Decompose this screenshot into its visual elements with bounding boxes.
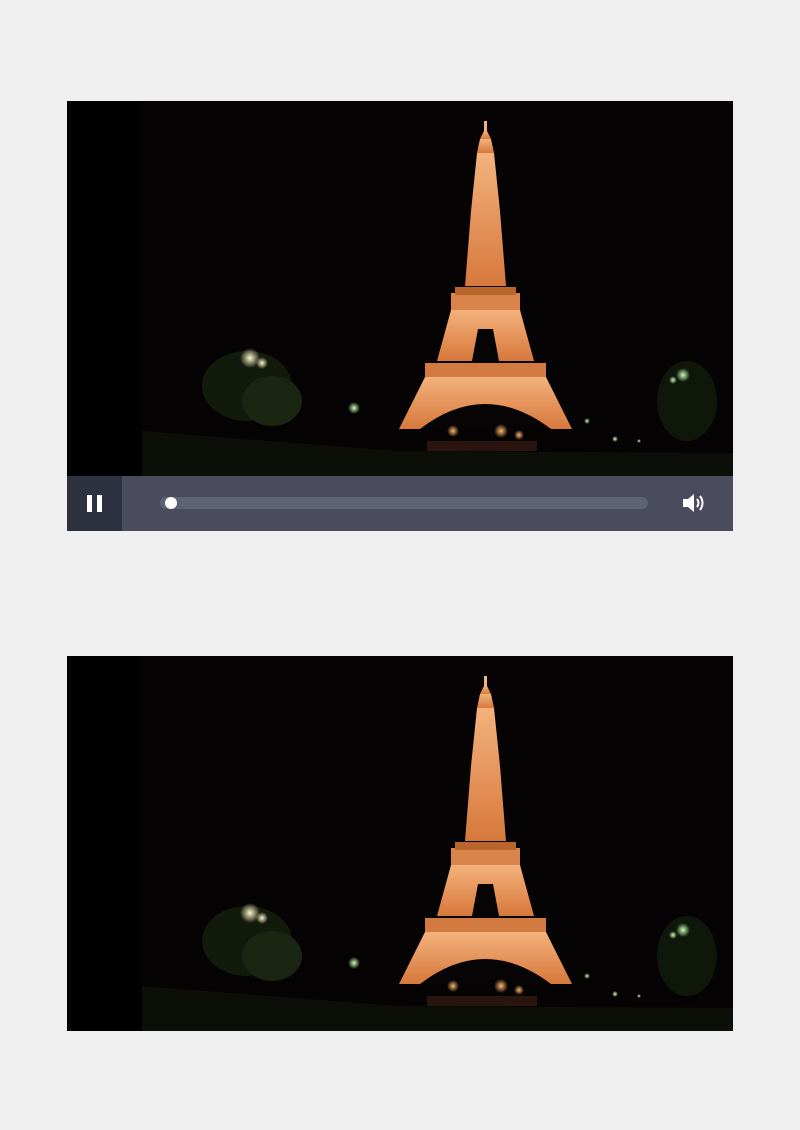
eiffel-tower-scene [67,656,733,1031]
progress-thumb[interactable] [164,497,177,509]
video-controls [67,476,733,531]
pause-button[interactable] [67,476,122,531]
volume-icon[interactable] [681,491,707,515]
controls-reflection [67,531,733,569]
eiffel-tower-scene [67,101,733,476]
video-frame-bottom[interactable] [67,656,733,1031]
video-frame-top[interactable] [67,101,733,476]
progress-track[interactable] [160,497,648,509]
